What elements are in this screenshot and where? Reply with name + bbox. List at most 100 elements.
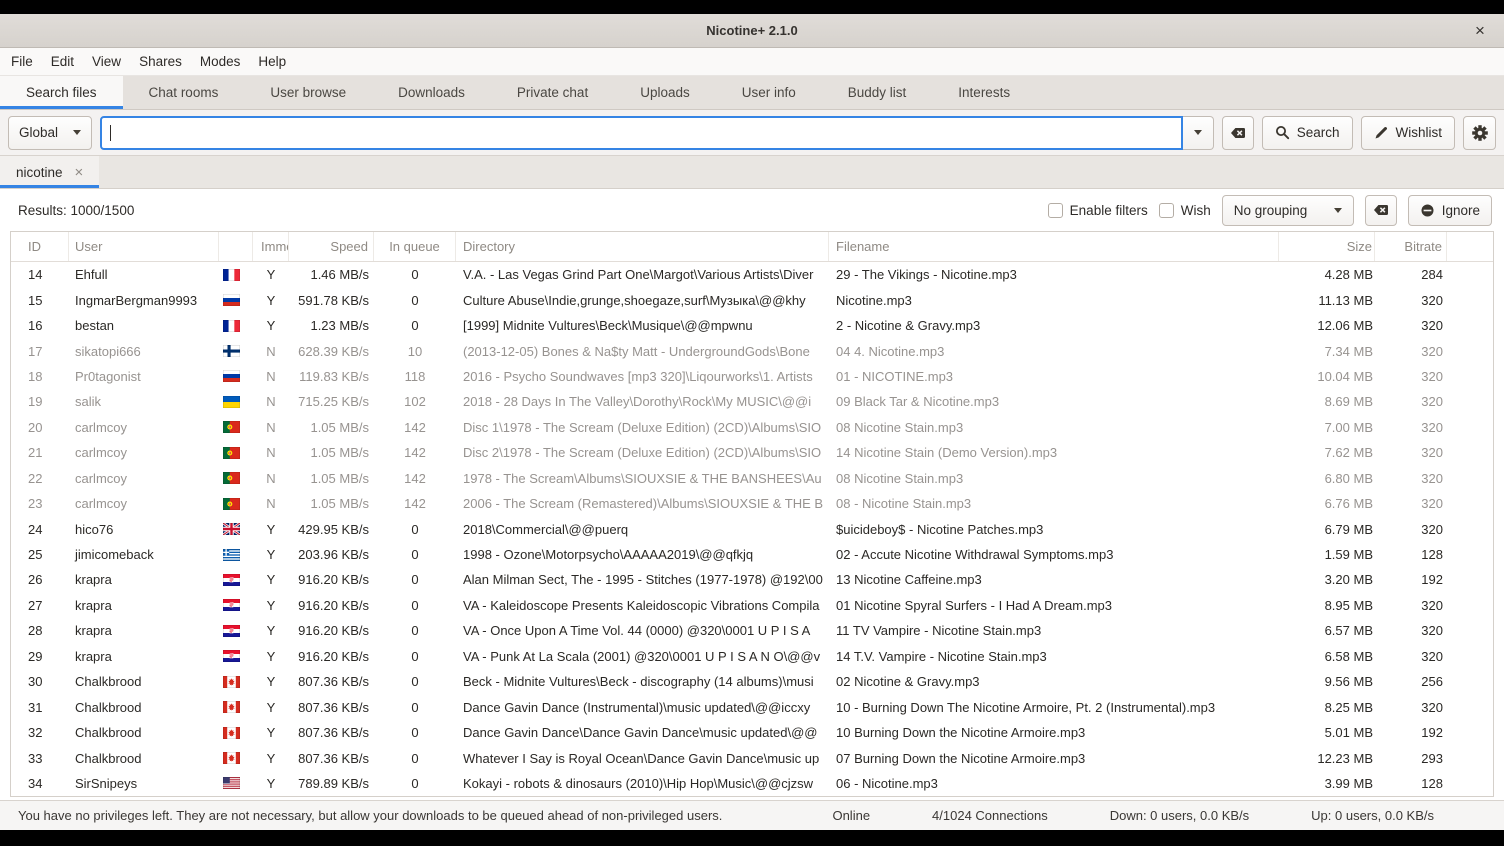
cell-immediate: Y bbox=[253, 776, 289, 791]
table-row[interactable]: 34 SirSnipeys Y 789.89 KB/s 0 Kokayi - r… bbox=[11, 771, 1493, 796]
wish-checkbox[interactable] bbox=[1159, 203, 1174, 218]
search-scope-dropdown[interactable]: Global bbox=[8, 116, 92, 150]
table-row[interactable]: 15 IngmarBergman9993 Y 591.78 KB/s 0 Cul… bbox=[11, 287, 1493, 312]
column-header-filename[interactable]: Filename bbox=[829, 232, 1279, 261]
search-settings-button[interactable] bbox=[1463, 116, 1496, 150]
grouping-dropdown[interactable]: No grouping bbox=[1222, 195, 1354, 226]
download-stats[interactable]: Down: 0 users, 0.0 KB/s bbox=[1110, 808, 1249, 823]
cell-user: carlmcoy bbox=[69, 496, 219, 511]
column-header-user[interactable]: User bbox=[69, 232, 219, 261]
menu-item-view[interactable]: View bbox=[83, 48, 130, 75]
menu-item-edit[interactable]: Edit bbox=[42, 48, 83, 75]
column-header-directory[interactable]: Directory bbox=[456, 232, 829, 261]
column-header-speed[interactable]: Speed bbox=[289, 232, 374, 261]
cell-directory: V.A. - Las Vegas Grind Part One\Margot\V… bbox=[456, 267, 829, 282]
table-row[interactable]: 22 carlmcoy N 1.05 MB/s 142 1978 - The S… bbox=[11, 466, 1493, 491]
tab-close-icon[interactable]: × bbox=[75, 164, 84, 181]
cell-user: Chalkbrood bbox=[69, 751, 219, 766]
table-row[interactable]: 16 bestan Y 1.23 MB/s 0 [1999] Midnite V… bbox=[11, 313, 1493, 338]
cell-filename: 02 Nicotine & Gravy.mp3 bbox=[829, 674, 1279, 689]
table-row[interactable]: 33 Chalkbrood Y 807.36 KB/s 0 Whatever I… bbox=[11, 745, 1493, 770]
cell-directory: 2016 - Psycho Soundwaves [mp3 320]\Liqou… bbox=[456, 369, 829, 384]
table-row[interactable]: 21 carlmcoy N 1.05 MB/s 142 Disc 2\1978 … bbox=[11, 440, 1493, 465]
table-row[interactable]: 19 salik N 715.25 KB/s 102 2018 - 28 Day… bbox=[11, 389, 1493, 414]
cell-directory: Kokayi - robots & dinosaurs (2010)\Hip H… bbox=[456, 776, 829, 791]
cell-size: 4.28 MB bbox=[1279, 267, 1375, 282]
table-row[interactable]: 28 krapra Y 916.20 KB/s 0 VA - Once Upon… bbox=[11, 618, 1493, 643]
cell-filename: 29 - The Vikings - Nicotine.mp3 bbox=[829, 267, 1279, 282]
cell-user: sikatopi666 bbox=[69, 344, 219, 359]
results-table-body: 14 Ehfull Y 1.46 MB/s 0 V.A. - Las Vegas… bbox=[11, 262, 1493, 796]
ignore-button[interactable]: Ignore bbox=[1408, 195, 1492, 226]
cell-speed: 807.36 KB/s bbox=[289, 700, 374, 715]
menu-item-shares[interactable]: Shares bbox=[130, 48, 191, 75]
column-header-size[interactable]: Size bbox=[1279, 232, 1375, 261]
cell-filename: 2 - Nicotine & Gravy.mp3 bbox=[829, 318, 1279, 333]
table-row[interactable]: 20 carlmcoy N 1.05 MB/s 142 Disc 1\1978 … bbox=[11, 415, 1493, 440]
cell-id: 18 bbox=[11, 369, 69, 384]
cell-directory: VA - Kaleidoscope Presents Kaleidoscopic… bbox=[456, 598, 829, 613]
result-tab-nicotine[interactable]: nicotine × bbox=[0, 156, 99, 188]
cell-size: 3.20 MB bbox=[1279, 572, 1375, 587]
backspace-clear-icon bbox=[1230, 125, 1246, 141]
wishlist-button[interactable]: Wishlist bbox=[1361, 116, 1456, 150]
cell-user: Ehfull bbox=[69, 267, 219, 282]
cell-queue: 0 bbox=[374, 572, 456, 587]
result-tab-label: nicotine bbox=[16, 165, 63, 180]
table-row[interactable]: 27 krapra Y 916.20 KB/s 0 VA - Kaleidosc… bbox=[11, 593, 1493, 618]
menubar: FileEditViewSharesModesHelp bbox=[0, 48, 1504, 76]
cell-immediate: Y bbox=[253, 572, 289, 587]
online-status[interactable]: Online bbox=[832, 808, 870, 823]
table-row[interactable]: 30 Chalkbrood Y 807.36 KB/s 0 Beck - Mid… bbox=[11, 669, 1493, 694]
table-row[interactable]: 31 Chalkbrood Y 807.36 KB/s 0 Dance Gavi… bbox=[11, 694, 1493, 719]
cell-directory: Alan Milman Sect, The - 1995 - Stitches … bbox=[456, 572, 829, 587]
main-tab-search-files[interactable]: Search files bbox=[0, 76, 123, 109]
cell-directory: Dance Gavin Dance\Dance Gavin Dance\musi… bbox=[456, 725, 829, 740]
enable-filters-checkbox[interactable] bbox=[1048, 203, 1063, 218]
connections-count[interactable]: 4/1024 Connections bbox=[932, 808, 1048, 823]
menu-item-modes[interactable]: Modes bbox=[191, 48, 250, 75]
table-row[interactable]: 18 Pr0tagonist N 119.83 KB/s 118 2016 - … bbox=[11, 364, 1493, 389]
main-tab-private-chat[interactable]: Private chat bbox=[491, 76, 614, 109]
cell-id: 32 bbox=[11, 725, 69, 740]
cell-id: 27 bbox=[11, 598, 69, 613]
main-tab-user-info[interactable]: User info bbox=[716, 76, 822, 109]
menu-item-help[interactable]: Help bbox=[249, 48, 295, 75]
search-results-tab-strip: nicotine × bbox=[0, 156, 1504, 189]
column-header-queue[interactable]: In queue bbox=[374, 232, 456, 261]
main-tab-downloads[interactable]: Downloads bbox=[372, 76, 491, 109]
main-tab-interests[interactable]: Interests bbox=[932, 76, 1036, 109]
table-row[interactable]: 29 krapra Y 916.20 KB/s 0 VA - Punk At L… bbox=[11, 644, 1493, 669]
search-button[interactable]: Search bbox=[1262, 116, 1353, 150]
wish-checkbox-group[interactable]: Wish bbox=[1159, 203, 1211, 218]
table-row[interactable]: 23 carlmcoy N 1.05 MB/s 142 2006 - The S… bbox=[11, 491, 1493, 516]
flag-hr-icon bbox=[219, 574, 253, 586]
column-header-flag[interactable] bbox=[219, 232, 253, 261]
cell-speed: 789.89 KB/s bbox=[289, 776, 374, 791]
enable-filters-checkbox-group[interactable]: Enable filters bbox=[1048, 203, 1148, 218]
table-row[interactable]: 24 hico76 Y 429.95 KB/s 0 2018\Commercia… bbox=[11, 516, 1493, 541]
window-close-button[interactable]: × bbox=[1466, 17, 1494, 45]
upload-stats[interactable]: Up: 0 users, 0.0 KB/s bbox=[1311, 808, 1434, 823]
search-history-dropdown-button[interactable] bbox=[1183, 116, 1214, 150]
cell-bitrate: 320 bbox=[1375, 522, 1447, 537]
column-header-bitrate[interactable]: Bitrate bbox=[1375, 232, 1447, 261]
table-row[interactable]: 26 krapra Y 916.20 KB/s 0 Alan Milman Se… bbox=[11, 567, 1493, 592]
table-row[interactable]: 32 Chalkbrood Y 807.36 KB/s 0 Dance Gavi… bbox=[11, 720, 1493, 745]
cell-filename: 09 Black Tar & Nicotine.mp3 bbox=[829, 394, 1279, 409]
main-tab-user-browse[interactable]: User browse bbox=[244, 76, 372, 109]
table-row[interactable]: 14 Ehfull Y 1.46 MB/s 0 V.A. - Las Vegas… bbox=[11, 262, 1493, 287]
clear-results-button[interactable] bbox=[1365, 195, 1397, 226]
menu-item-file[interactable]: File bbox=[2, 48, 42, 75]
table-row[interactable]: 17 sikatopi666 N 628.39 KB/s 10 (2013-12… bbox=[11, 338, 1493, 363]
clear-search-button[interactable] bbox=[1222, 116, 1254, 150]
main-tab-buddy-list[interactable]: Buddy list bbox=[822, 76, 933, 109]
main-tab-uploads[interactable]: Uploads bbox=[614, 76, 716, 109]
column-header-immediate[interactable]: Immediate bbox=[253, 232, 289, 261]
cell-directory: VA - Punk At La Scala (2001) @320\0001 U… bbox=[456, 649, 829, 664]
table-row[interactable]: 25 jimicomeback Y 203.96 KB/s 0 1998 - O… bbox=[11, 542, 1493, 567]
main-tab-chat-rooms[interactable]: Chat rooms bbox=[123, 76, 245, 109]
search-input[interactable] bbox=[100, 116, 1183, 150]
column-header-id[interactable]: ID bbox=[11, 232, 69, 261]
cell-user: krapra bbox=[69, 623, 219, 638]
